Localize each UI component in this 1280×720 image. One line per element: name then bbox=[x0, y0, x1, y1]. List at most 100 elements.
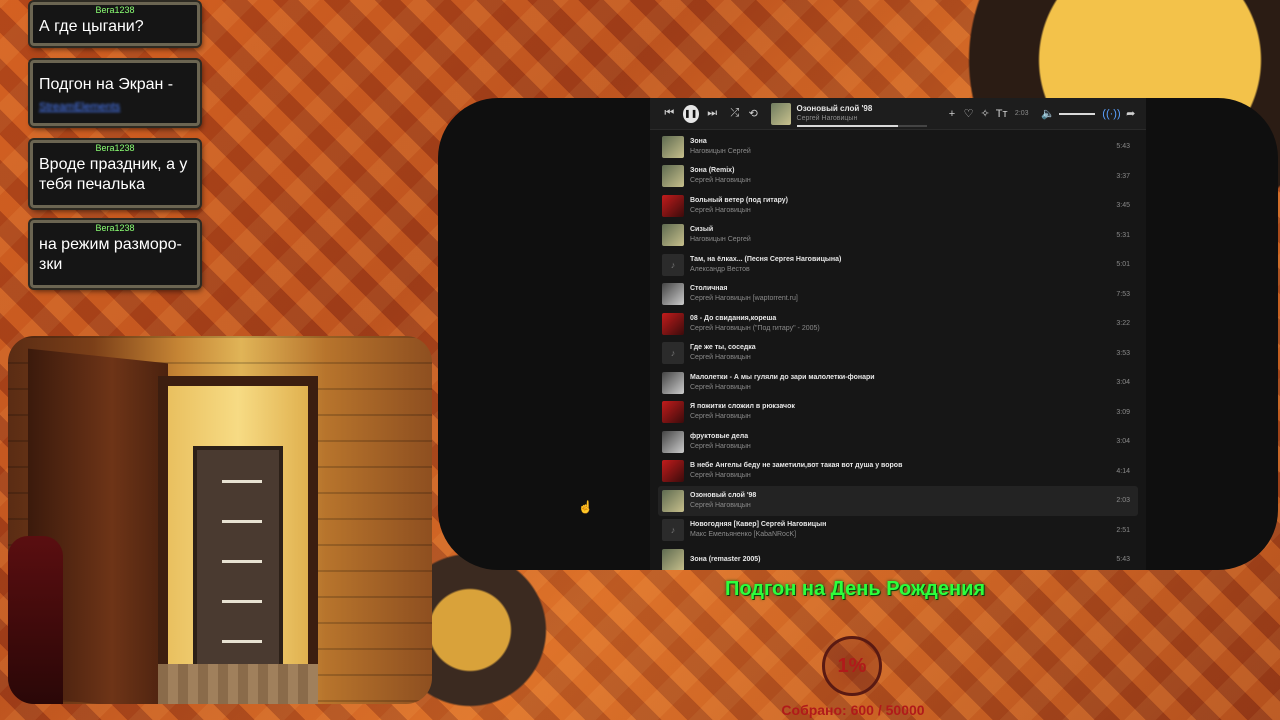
floor bbox=[158, 664, 318, 704]
add-icon[interactable]: + bbox=[945, 106, 960, 122]
track-cover bbox=[662, 489, 684, 512]
progress-fill bbox=[796, 124, 898, 127]
track-row[interactable]: Зона (remaster 2005) 5:43 bbox=[658, 545, 1138, 570]
track-artist: Сергей Наговицын [waptorrent.ru] bbox=[690, 295, 798, 303]
track-meta: Я пожитки сложил в рюкзачок Сергей Нагови… bbox=[690, 402, 1116, 422]
track-title: В небе Ангелы беду не заметили,вот такая… bbox=[690, 462, 903, 470]
lyrics-icon[interactable]: Tт bbox=[994, 106, 1009, 122]
volume-icon[interactable]: 🔈 bbox=[1041, 106, 1056, 122]
track-title: Вольный ветер (под гитару) bbox=[690, 196, 788, 204]
track-row[interactable]: 08 - До свидания,кореша Сергей Наговицын … bbox=[658, 309, 1138, 339]
mouse-cursor-icon: ☝ bbox=[578, 500, 593, 514]
track-artist: Сергей Наговицын bbox=[690, 354, 751, 362]
music-note-icon: ♪ bbox=[662, 342, 684, 365]
track-artist: Сергей Наговицын ("Под гитару" - 2005) bbox=[690, 324, 820, 332]
track-meta: Зона Наговицын Сергей bbox=[690, 137, 1116, 157]
track-row[interactable]: Столичная Сергей Наговицын [waptorrent.ru… bbox=[658, 280, 1138, 310]
music-player: ⏮ ❚❚ ⏭ ⤮ ⟲ Озоновый слой '98 Сергей Наго… bbox=[650, 98, 1146, 570]
track-artist: Сергей Наговицын bbox=[690, 501, 751, 509]
track-artist: Сергей Наговицын bbox=[690, 177, 751, 185]
track-duration: 2:03 bbox=[1116, 497, 1130, 505]
track-row[interactable]: Озоновый слой '98 Сергей Наговицын 2:03 bbox=[658, 486, 1138, 516]
volume-slider[interactable] bbox=[1059, 112, 1096, 115]
track-artist: Александр Вестов bbox=[690, 265, 750, 273]
track-meta: Зона (remaster 2005) bbox=[690, 555, 1116, 565]
track-meta: Столичная Сергей Наговицын [waptorrent.ru… bbox=[690, 284, 1116, 304]
track-cover bbox=[662, 401, 684, 424]
chat-message: Вега1238 Вроде праздник, а у тебя печаль… bbox=[30, 140, 200, 208]
track-artist: Сергей Наговицын bbox=[690, 413, 751, 421]
pause-button[interactable]: ❚❚ bbox=[682, 104, 699, 123]
track-row[interactable]: ♪ Где же ты, соседка Сергей Наговицын 3:53 bbox=[658, 339, 1138, 369]
track-title: Там, на ёлках... (Песня Сергея Наговицын… bbox=[690, 255, 842, 263]
track-row[interactable]: ♪ Там, на ёлках... (Песня Сергея Наговицы… bbox=[658, 250, 1138, 280]
track-meta: Зона (Remix) Сергей Наговицын bbox=[690, 166, 1116, 186]
track-meta: Там, на ёлках... (Песня Сергея Наговицын… bbox=[690, 255, 1116, 275]
track-row[interactable]: Зона Наговицын Сергей 5:43 bbox=[658, 132, 1138, 162]
track-artist: Сергей Наговицын bbox=[690, 472, 751, 480]
chat-link[interactable]: StreamElements bbox=[33, 101, 197, 117]
track-meta: 08 - До свидания,кореша Сергей Наговицын … bbox=[690, 314, 1116, 334]
track-row[interactable]: Зона (Remix) Сергей Наговицын 3:37 bbox=[658, 162, 1138, 192]
track-title: 08 - До свидания,кореша bbox=[690, 314, 777, 322]
shuffle-icon[interactable]: ⤮ bbox=[727, 106, 742, 122]
track-duration: 3:04 bbox=[1116, 438, 1130, 446]
track-meta: В небе Ангелы беду не заметили,вот такая… bbox=[690, 461, 1116, 481]
goal-collected: Собрано: 600 / 50000 bbox=[781, 702, 925, 718]
share-icon[interactable]: ➦ bbox=[1123, 106, 1138, 122]
track-duration: 3:45 bbox=[1116, 202, 1130, 210]
recommend-icon[interactable]: ✧ bbox=[978, 106, 993, 122]
track-artist: Сергей Наговицын bbox=[690, 206, 751, 214]
track-list: Зона Наговицын Сергей 5:43 Зона (Remix) Серг… bbox=[658, 132, 1138, 570]
track-row[interactable]: фруктовые дела Сергей Наговицын 3:04 bbox=[658, 427, 1138, 457]
music-note-icon: ♪ bbox=[662, 519, 684, 542]
chat-message: Подгон на Экран - StreamElements bbox=[30, 60, 200, 126]
chat-username: Вега1238 bbox=[95, 223, 135, 233]
chat-text: Подгон на Экран - bbox=[39, 76, 174, 93]
track-cover bbox=[662, 283, 684, 306]
track-meta: Новогодняя [Кавер] Сергей Наговицын Макс … bbox=[690, 520, 1116, 540]
track-cover bbox=[662, 460, 684, 483]
track-cover bbox=[662, 165, 684, 188]
dislike-icon[interactable]: ♡ bbox=[961, 106, 976, 122]
progress-bar[interactable] bbox=[796, 124, 927, 127]
track-cover bbox=[662, 224, 684, 247]
track-cover bbox=[662, 312, 684, 335]
track-artist: Наговицын Сергей bbox=[690, 147, 751, 155]
track-cover bbox=[662, 371, 684, 394]
track-row[interactable]: Сизый Наговицын Сергей 5:31 bbox=[658, 221, 1138, 251]
track-title: Столичная bbox=[690, 285, 728, 293]
track-cover bbox=[662, 548, 684, 570]
track-row[interactable]: Вольный ветер (под гитару) Сергей Наговиц… bbox=[658, 191, 1138, 221]
track-duration: 5:43 bbox=[1116, 143, 1130, 151]
player-controls: ⏮ ❚❚ ⏭ ⤮ ⟲ Озоновый слой '98 Сергей Наго… bbox=[650, 98, 1146, 130]
track-duration: 3:22 bbox=[1116, 320, 1130, 328]
previous-icon[interactable]: ⏮ bbox=[662, 106, 677, 122]
track-meta: Озоновый слой '98 Сергей Наговицын bbox=[690, 491, 1116, 511]
track-row[interactable]: В небе Ангелы беду не заметили,вот такая… bbox=[658, 457, 1138, 487]
chat-username: Вега1238 bbox=[95, 5, 135, 15]
now-playing-title: Озоновый слой '98 bbox=[796, 103, 873, 113]
track-title: Новогодняя [Кавер] Сергей Наговицын bbox=[690, 521, 827, 529]
track-row[interactable]: ♪ Новогодняя [Кавер] Сергей Наговицын Макс… bbox=[658, 516, 1138, 546]
track-row[interactable]: Я пожитки сложил в рюкзачок Сергей Нагови… bbox=[658, 398, 1138, 428]
track-title: Сизый bbox=[690, 226, 714, 234]
track-duration: 5:43 bbox=[1116, 556, 1130, 564]
goal-percent: 1% bbox=[837, 654, 867, 677]
track-cover bbox=[662, 430, 684, 453]
coat bbox=[8, 536, 63, 704]
repeat-icon[interactable]: ⟲ bbox=[746, 106, 761, 122]
track-duration: 5:31 bbox=[1116, 231, 1130, 239]
webcam-feed bbox=[8, 336, 432, 704]
track-title: Зона bbox=[690, 137, 707, 145]
next-icon[interactable]: ⏭ bbox=[705, 106, 720, 122]
track-duration: 2:51 bbox=[1116, 526, 1130, 534]
chat-text: А где цыгани? bbox=[39, 18, 144, 35]
track-duration: 3:09 bbox=[1116, 408, 1130, 416]
chat-text: Вроде праздник, а у тебя печалька bbox=[39, 156, 188, 193]
now-playing-cover bbox=[770, 102, 791, 125]
track-meta: Сизый Наговицын Сергей bbox=[690, 225, 1116, 245]
broadcast-icon[interactable]: ((·)) bbox=[1102, 106, 1120, 122]
track-duration: 3:37 bbox=[1116, 172, 1130, 180]
track-row[interactable]: Малолетки - А мы гуляли до зари малолетк… bbox=[658, 368, 1138, 398]
